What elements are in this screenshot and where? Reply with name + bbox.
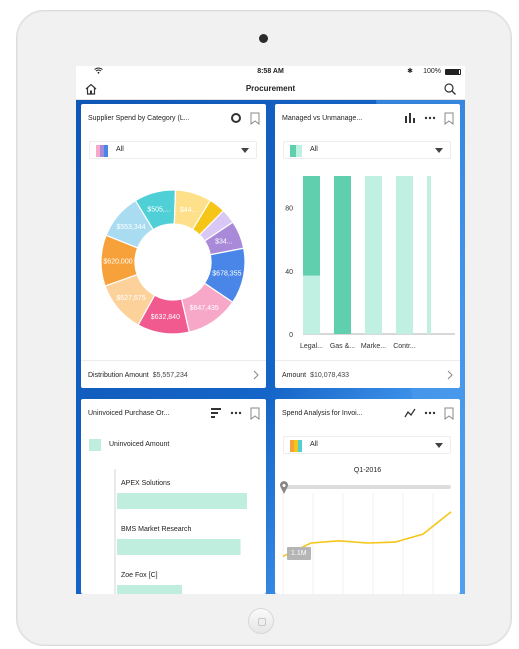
slice-label: $34... [215,239,233,246]
bookmark-icon[interactable] [444,112,454,125]
footer-label: Amount [282,372,307,379]
supplier-spend-card[interactable]: Supplier Spend by Category (L... All $50… [81,104,266,388]
card-header: Uninvoiced Purchase Or... [81,399,266,427]
slice-label: $627,675 [116,295,145,302]
chevron-right-icon[interactable] [446,370,454,380]
chevron-down-icon [435,443,443,448]
bluetooth-icon: ✱ [407,68,413,75]
nav-bar: Procurement [76,78,465,100]
y-tick-label: 0 [289,332,293,339]
chevron-down-icon [241,148,249,153]
legend-swatch [89,439,101,451]
palette-swatch-icon [96,145,108,157]
card-title: Spend Analysis for Invoi... [282,410,363,417]
more-options-icon[interactable] [424,112,436,124]
category-label: APEX Solutions [121,480,171,487]
card-footer[interactable]: Distribution Amount $5,557,234 [81,360,266,388]
category-label: BMS Market Research [121,526,192,533]
card-header: Managed vs Unmanage... [275,104,460,132]
category-label: Zoe Fox [C] [121,572,158,579]
search-icon[interactable] [443,82,457,96]
chevron-down-icon [435,148,443,153]
bar [334,176,351,334]
managed-spend-card[interactable]: Managed vs Unmanage... All 0 40 80 Legal...… [275,104,460,388]
period-label: Q1-2016 [353,467,382,474]
footer-value: $5,557,234 [152,372,188,379]
slice-label: $647,435 [190,305,219,312]
palette-swatch-icon [290,145,302,157]
x-tick-label: Marke... [361,343,386,350]
slice-label: $44... [180,207,198,214]
card-title: Uninvoiced Purchase Or... [88,410,170,417]
donut-chart-icon[interactable] [230,112,242,124]
battery-percent: 100% [423,68,441,75]
slice-label: $553,344 [116,224,145,231]
status-bar: 8:58 AM ✱ 100% [76,66,465,78]
card-header: Spend Analysis for Invoi... [275,399,460,427]
managed-filter-dropdown[interactable]: All [283,141,451,159]
slice-label: $505,... [147,206,170,213]
donut-chart: $505,... $44... $34... $678,355 $647,435 $632… [100,189,246,335]
page-title: Procurement [245,84,296,93]
card-header: Supplier Spend by Category (L... [81,104,266,132]
bar [117,539,241,555]
slice-label: $632,840 [151,314,180,321]
bar-chart-icon[interactable] [404,112,416,124]
card-title: Managed vs Unmanage... [282,115,363,122]
bar [117,585,182,594]
bar [117,493,247,509]
value-tooltip: 1.1M [287,547,311,560]
uninvoiced-po-card[interactable]: Uninvoiced Purchase Or... Uninvoiced Amo… [81,399,266,594]
x-tick-label: Gas &... [330,343,355,350]
uninvoiced-bar-chart: APEX Solutions BMS Market Research Zoe Fox… [114,469,247,594]
filter-value: All [310,146,318,153]
card-footer[interactable]: Amount $10,078,433 [275,360,460,388]
card-title: Supplier Spend by Category (L... [88,115,190,122]
chevron-right-icon[interactable] [252,370,260,380]
more-options-icon[interactable] [230,407,242,419]
legend-label: Uninvoiced Amount [109,441,170,448]
slice-label: $678,355 [212,270,241,277]
line-chart-icon[interactable] [404,407,416,419]
category-filter-dropdown[interactable]: All [89,141,257,159]
footer-label: Distribution Amount [88,372,149,379]
filter-value: All [310,441,318,448]
x-tick-label: Legal... [300,343,323,350]
spend-filter-dropdown[interactable]: All [283,436,451,454]
bar-segment [303,275,320,334]
more-options-icon[interactable] [424,407,436,419]
spend-analysis-card[interactable]: Spend Analysis for Invoi... All Q1-2016 … [275,399,460,594]
x-tick-label: Contr... [393,343,416,350]
bookmark-icon[interactable] [250,407,260,420]
footer-value: $10,078,433 [310,372,350,379]
y-tick-label: 40 [285,269,293,276]
spend-line-chart [282,493,452,594]
horizontal-bar-icon[interactable] [210,407,222,419]
bookmark-icon[interactable] [444,407,454,420]
battery-icon [445,69,461,75]
filter-value: All [116,146,124,153]
managed-bar-chart: 0 40 80 Legal... Gas &... Marke... Contr... [285,176,455,350]
period-slider[interactable] [283,485,451,489]
bookmark-icon[interactable] [250,112,260,125]
palette-swatch-icon [290,440,302,452]
device-home-button[interactable] [248,608,274,634]
y-tick-label: 80 [285,206,293,213]
camera-dot [259,34,268,43]
bar [427,176,431,334]
bar [365,176,382,334]
app-screen: 8:58 AM ✱ 100% Procurement Supplier Spen… [76,66,465,594]
bar [396,176,413,334]
slice-label: $620,000 [103,258,132,265]
